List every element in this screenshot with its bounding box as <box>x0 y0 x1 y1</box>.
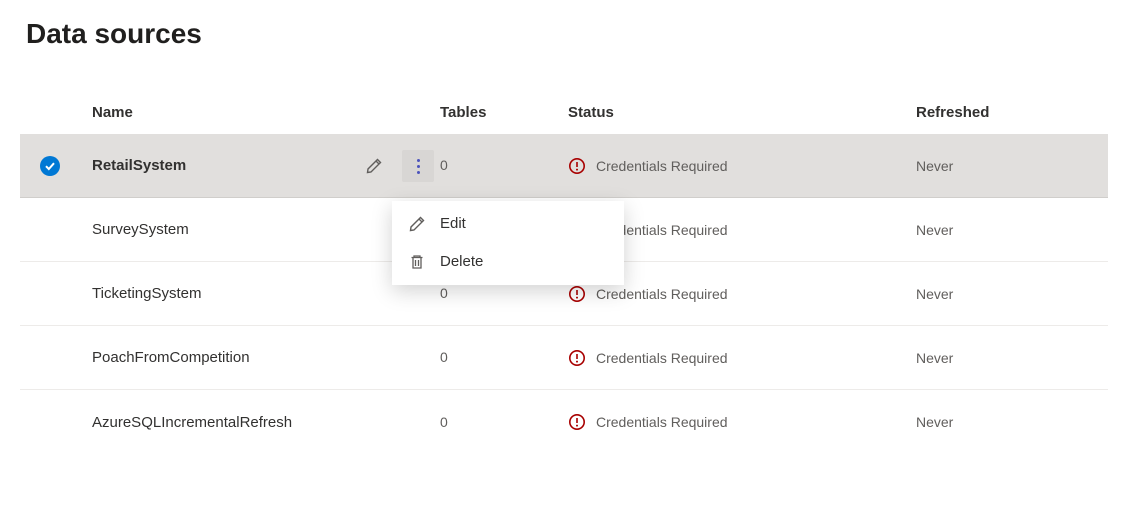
row-name: TicketingSystem <box>92 285 201 302</box>
row-status: Credentials Required <box>596 286 728 302</box>
table-header-row: Name Tables Status Refreshed <box>20 90 1108 134</box>
row-name: RetailSystem <box>92 157 186 174</box>
row-status: Credentials Required <box>596 158 728 174</box>
row-refreshed: Never <box>916 158 953 174</box>
warning-icon <box>568 349 586 367</box>
pencil-icon <box>408 215 426 233</box>
data-sources-table: Name Tables Status Refreshed RetailSyste… <box>20 90 1108 454</box>
row-tables: 0 <box>440 285 448 301</box>
pencil-icon <box>365 157 383 175</box>
row-name: AzureSQLIncrementalRefresh <box>92 414 292 431</box>
row-name: SurveySystem <box>92 221 189 238</box>
row-refreshed: Never <box>916 350 953 366</box>
table-row[interactable]: AzureSQLIncrementalRefresh 0 Credentials… <box>20 390 1108 454</box>
vertical-dots-icon <box>417 159 420 174</box>
column-header-refreshed[interactable]: Refreshed <box>916 104 1108 121</box>
row-refreshed: Never <box>916 286 953 302</box>
checkmark-icon[interactable] <box>40 156 60 176</box>
menu-item-delete[interactable]: Delete <box>392 243 624 281</box>
menu-item-label: Edit <box>440 215 466 232</box>
page-title: Data sources <box>26 18 1108 50</box>
more-options-button[interactable] <box>402 150 434 182</box>
table-row[interactable]: RetailSystem Edit <box>20 134 1108 198</box>
row-name: PoachFromCompetition <box>92 349 250 366</box>
context-menu: Edit Delete <box>392 201 624 285</box>
column-header-name[interactable]: Name <box>92 104 352 121</box>
row-status: Credentials Required <box>596 414 728 430</box>
column-header-status[interactable]: Status <box>568 104 916 121</box>
row-tables: 0 <box>440 157 448 173</box>
menu-item-label: Delete <box>440 253 483 270</box>
warning-icon <box>568 413 586 431</box>
row-tables: 0 <box>440 349 448 365</box>
edit-button[interactable] <box>358 150 390 182</box>
warning-icon <box>568 157 586 175</box>
menu-item-edit[interactable]: Edit <box>392 205 624 243</box>
warning-icon <box>568 285 586 303</box>
row-refreshed: Never <box>916 414 953 430</box>
column-header-tables[interactable]: Tables <box>440 104 568 121</box>
table-row[interactable]: PoachFromCompetition 0 Credentials Requi… <box>20 326 1108 390</box>
row-refreshed: Never <box>916 222 953 238</box>
row-tables: 0 <box>440 414 448 430</box>
row-status: Credentials Required <box>596 350 728 366</box>
trash-icon <box>408 253 426 271</box>
